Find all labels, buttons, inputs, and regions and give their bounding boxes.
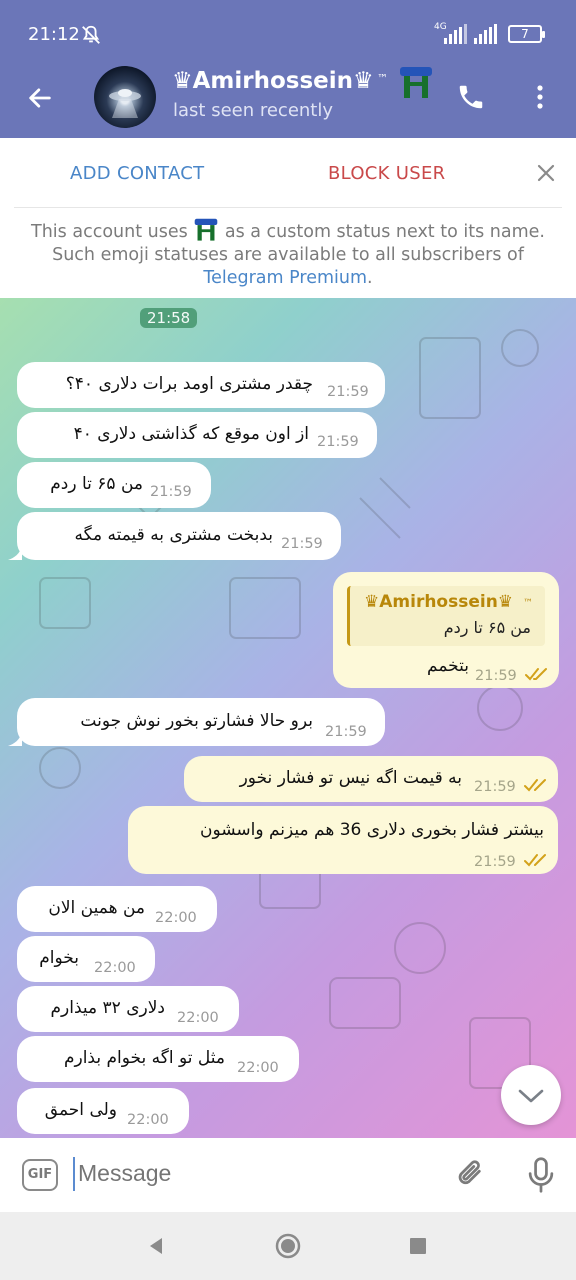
bubble-tail [8,546,22,560]
nav-home-icon[interactable] [274,1232,302,1260]
battery-level: 7 [521,27,529,41]
avatar[interactable] [94,66,156,128]
add-contact-button[interactable]: ADD CONTACT [70,163,204,184]
incoming-message[interactable]: من ۶۵ تا ردم 21:59 [17,462,211,508]
message-text: برو حالا فشارتو بخور نوش جونت [80,711,313,731]
reply-text: من ۶۵ تا ردم [443,618,531,637]
gif-button[interactable]: GIF [22,1159,58,1191]
contact-name[interactable]: ♛Amirhossein♛ [172,68,374,94]
nav-recents-icon[interactable] [404,1232,432,1260]
back-arrow-icon[interactable] [26,84,54,112]
scroll-down-button[interactable] [501,1065,561,1125]
message-time: 22:00 [155,910,197,926]
message-time: 21:59 [150,484,192,500]
incoming-message[interactable]: چقدر مشتری اومد برات دلاری ۴۰؟ 21:59 [17,362,385,408]
message-time: 22:00 [94,960,136,976]
chat-header: ♛Amirhossein♛ ™ last seen recently [0,66,576,138]
block-user-button[interactable]: BLOCK USER [328,163,445,184]
paperclip-icon[interactable] [454,1156,488,1192]
info-text-part: This account uses [31,222,194,242]
system-nav-bar [0,1212,576,1280]
trademark-badge: ™ [523,598,533,609]
message-text: مثل تو اگه بخوام بذارم [63,1048,225,1068]
message-text: به قیمت اگه نیس تو فشار نخور [239,768,462,788]
chevron-down-icon [518,1089,544,1103]
message-text: دلاری ۳۲ میذارم [50,998,165,1018]
double-check-icon [524,779,546,792]
reply-author: ♛Amirhossein♛ [364,592,514,612]
stool-emoji-icon[interactable] [398,66,434,100]
message-time: 21:59 [325,724,367,740]
outgoing-message[interactable]: ♛Amirhossein♛ ™ من ۶۵ تا ردم بتخمم 21:59 [333,572,559,688]
stool-emoji-icon [195,218,218,241]
battery-icon: 7 [508,25,545,43]
message-time: 22:00 [237,1060,279,1076]
message-text: بدبخت مشتری به قیمته مگه [74,525,273,545]
incoming-message[interactable]: مثل تو اگه بخوام بذارم 22:00 [17,1036,299,1082]
date-pill: 21:58 [140,308,198,328]
incoming-message[interactable]: از اون موقع که گذاشتی دلاری ۴۰ 21:59 [17,412,377,458]
close-icon[interactable] [536,163,556,183]
message-text: از اون موقع که گذاشتی دلاری ۴۰ [73,424,309,444]
double-check-icon [524,854,546,867]
bubble-tail [8,732,22,746]
message-time: 22:00 [127,1112,169,1128]
double-check-icon [525,668,547,681]
chat-area[interactable]: 21:58 چقدر مشتری اومد برات دلاری ۴۰؟ 21:… [0,298,576,1138]
incoming-message[interactable]: دلاری ۳۲ میذارم 22:00 [17,986,239,1032]
incoming-message[interactable]: بخوام 22:00 [17,936,155,982]
message-text: من همین الان [48,898,145,918]
incoming-message[interactable]: ولی احمق 22:00 [17,1088,189,1134]
telegram-premium-link[interactable]: Telegram Premium [203,268,367,288]
mute-icon [82,25,100,44]
nav-back-icon[interactable] [142,1232,170,1260]
message-text: چقدر مشتری اومد برات دلاری ۴۰؟ [65,374,313,394]
clock: 21:12 [28,24,80,45]
trademark-badge: ™ [377,72,388,85]
contact-action-panel: ADD CONTACT BLOCK USER This account uses… [0,138,576,298]
outgoing-message[interactable]: بیشتر فشار بخوری دلاری 36 هم میزنم واسشو… [128,806,558,874]
message-time: 21:59 [474,854,516,870]
premium-info-text: This account uses as a custom status nex… [20,218,556,290]
message-input[interactable] [78,1160,438,1187]
message-time: 22:00 [177,1010,219,1026]
message-time: 21:59 [317,434,359,450]
message-text: بخوام [39,948,79,968]
text-cursor [73,1157,75,1191]
message-text: بیشتر فشار بخوری دلاری 36 هم میزنم واسشو… [199,820,544,840]
outgoing-message[interactable]: به قیمت اگه نیس تو فشار نخور 21:59 [184,756,558,802]
last-seen-status: last seen recently [173,100,334,121]
more-vertical-icon[interactable] [528,82,552,112]
message-time: 21:59 [474,779,516,795]
status-bar: 21:12 4G 7 [0,0,576,66]
signal-icon [444,24,467,44]
message-text: ولی احمق [44,1100,117,1120]
message-time: 21:59 [475,668,517,684]
message-time: 21:59 [281,536,323,552]
message-text: بتخمم [427,656,469,676]
phone-icon[interactable] [456,82,486,112]
info-text-part: . [367,268,373,288]
microphone-icon[interactable] [526,1156,556,1194]
incoming-message[interactable]: من همین الان 22:00 [17,886,217,932]
incoming-message[interactable]: بدبخت مشتری به قیمته مگه 21:59 [17,512,341,560]
divider [14,207,562,208]
message-text: من ۶۵ تا ردم [50,474,143,494]
message-input-bar: GIF [0,1138,576,1212]
message-time: 21:59 [327,384,369,400]
incoming-message[interactable]: برو حالا فشارتو بخور نوش جونت 21:59 [17,698,385,746]
signal-2-icon [474,24,497,44]
reply-quote[interactable]: ♛Amirhossein♛ ™ من ۶۵ تا ردم [347,586,545,646]
